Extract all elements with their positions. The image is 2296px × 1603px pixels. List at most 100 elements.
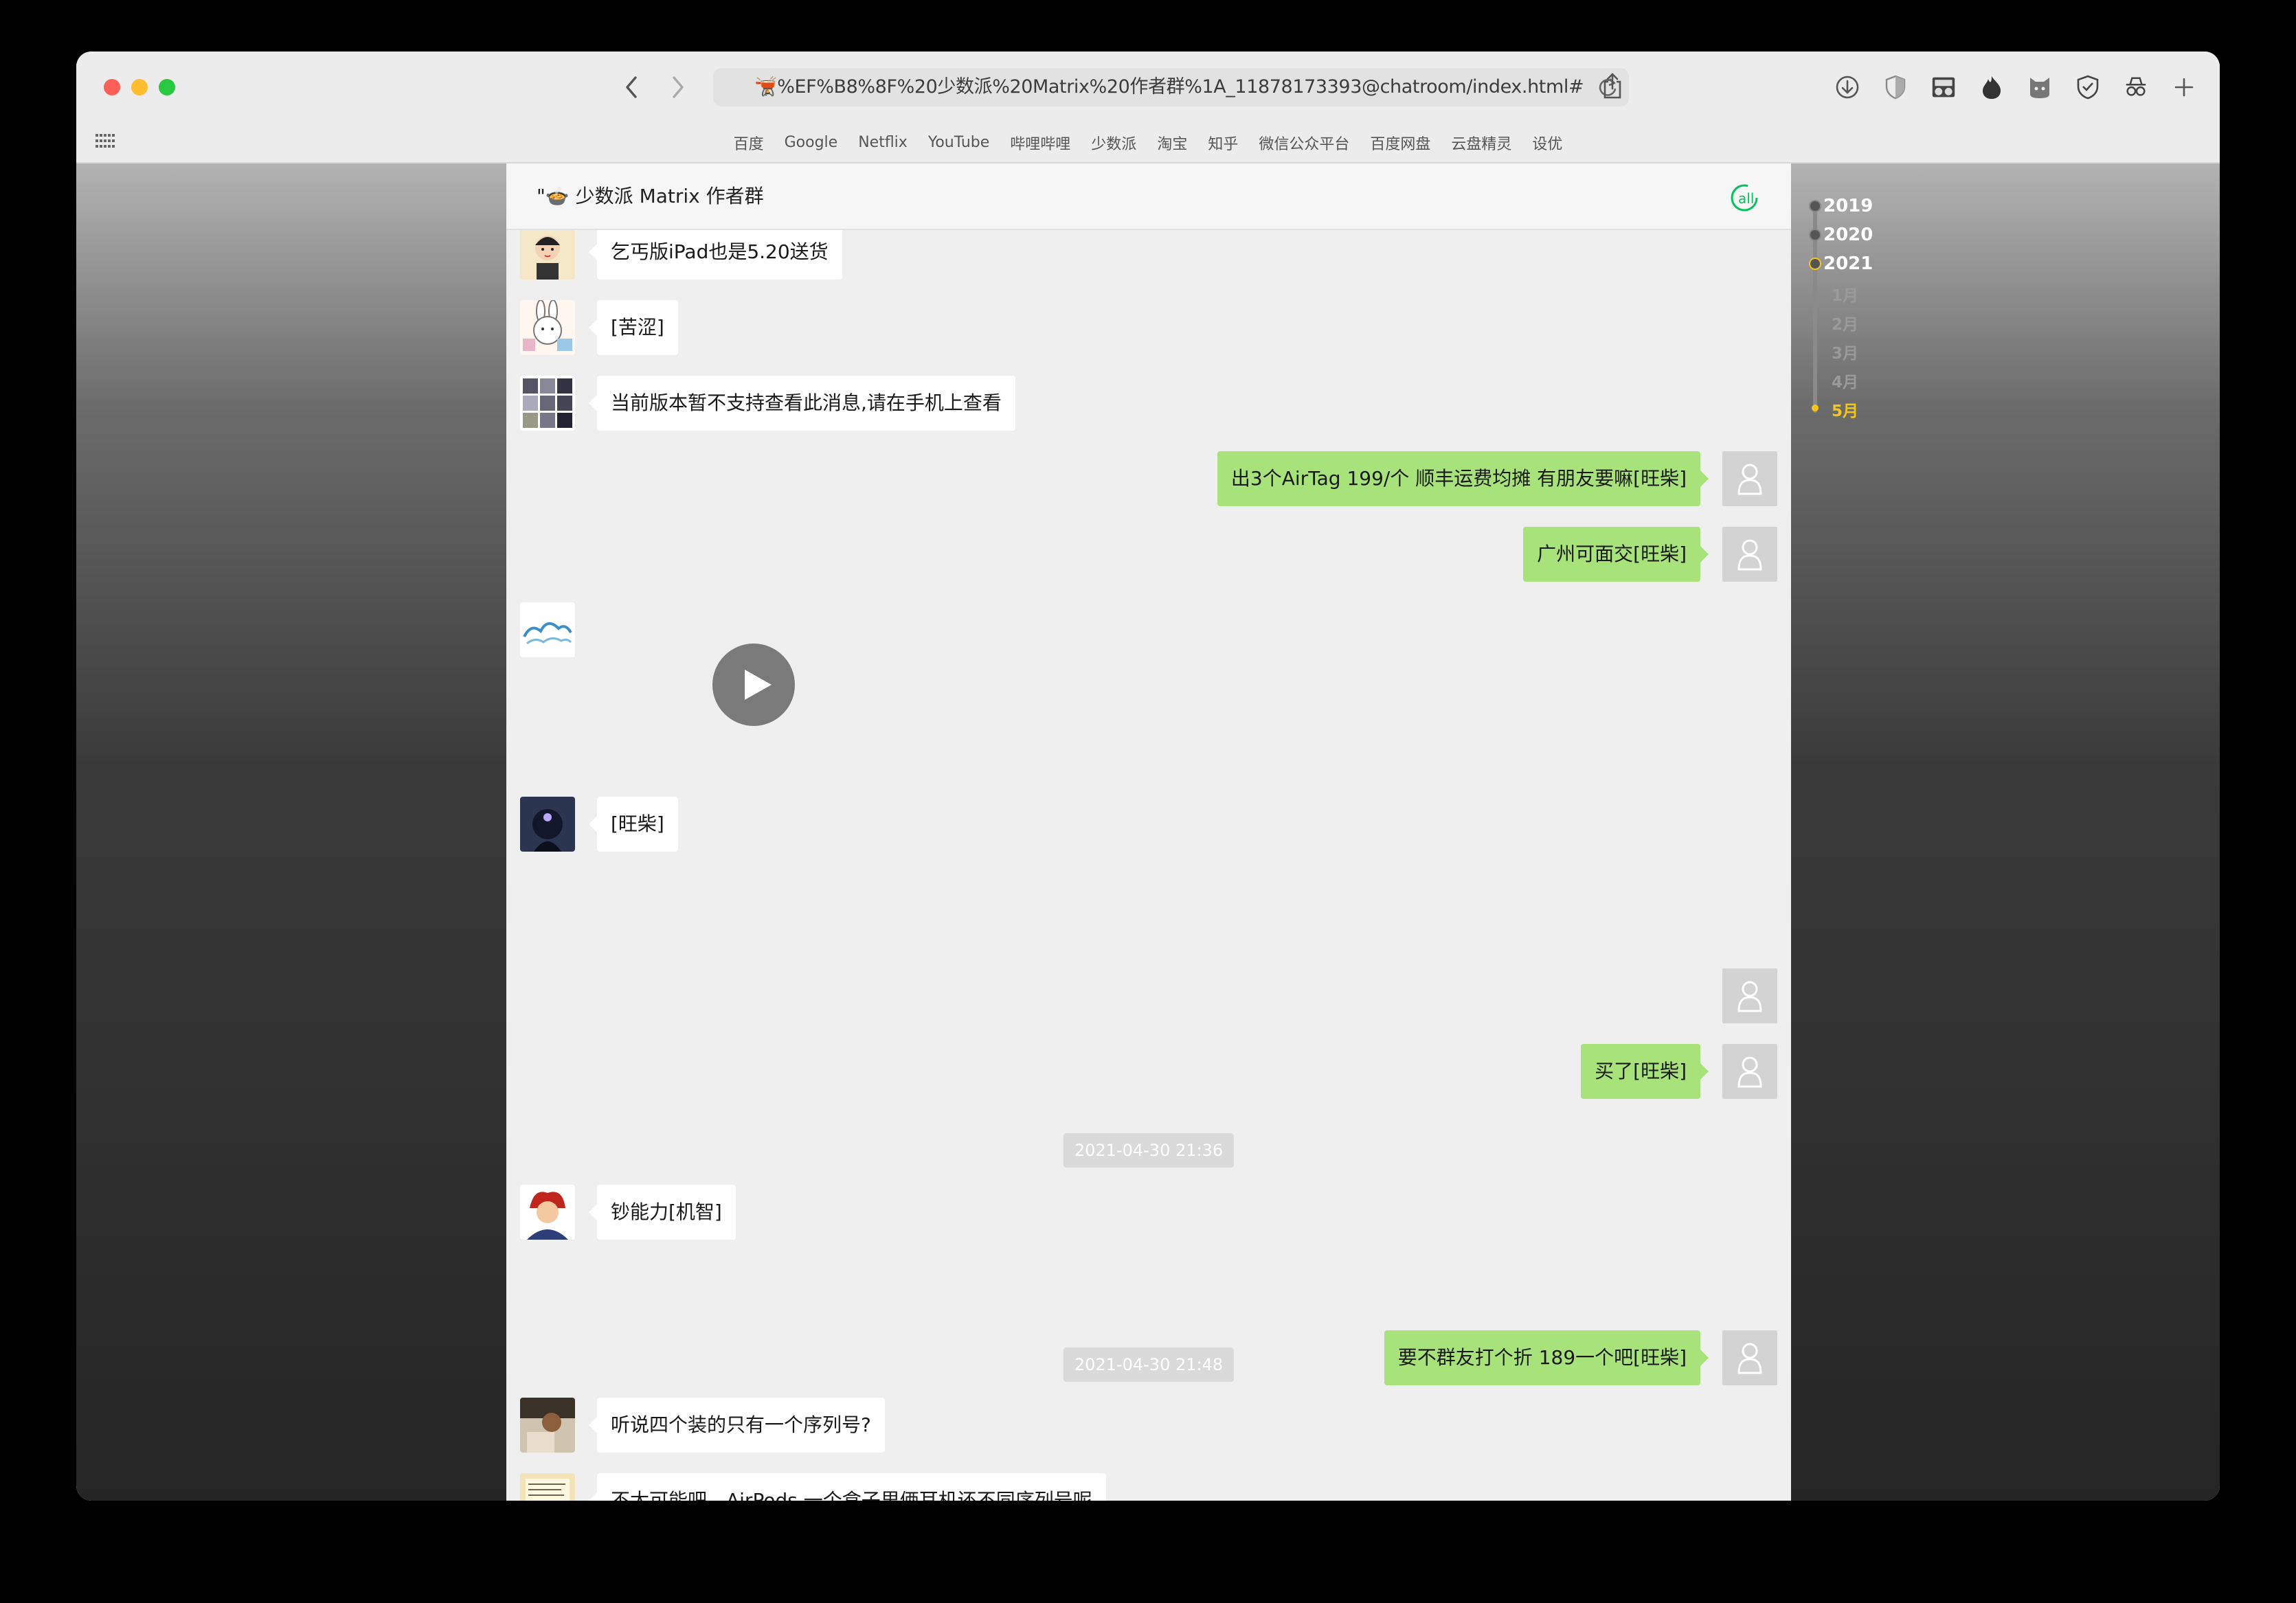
forward-button[interactable] [666,75,690,100]
message-row [506,968,1791,1023]
bookmark-item[interactable]: 哔哩哔哩 [1010,132,1070,154]
avatar[interactable] [1722,451,1777,506]
extension-flame-button[interactable] [1979,75,2004,100]
bookmark-item[interactable]: 微信公众平台 [1259,132,1349,154]
pot-emoji-icon: 🍲 [545,185,570,207]
message-bubble[interactable]: 买了[旺柴] [1581,1044,1709,1099]
avatar[interactable] [1722,527,1777,582]
message-bubble[interactable]: 不太可能吧，AirPods 一个盒子里俩耳机还不同序列号呢 [589,1473,1106,1501]
new-tab-button[interactable] [2172,75,2196,100]
timeline-year[interactable]: 2021 [1823,253,1873,274]
plus-icon [2174,78,2194,97]
avatar-cartoon-person[interactable] [520,230,575,280]
close-window-button[interactable] [104,79,120,95]
address-bar[interactable]: 🫕%EF%B8%8F%20少数派%20Matrix%20作者群%1A_11878… [713,68,1629,106]
message-row: 不太可能吧，AirPods 一个盒子里俩耳机还不同序列号呢 [506,1473,1791,1501]
extension-checkshield-button[interactable] [2075,75,2100,100]
chat-title-text: 少数派 Matrix 作者群 [575,185,764,207]
share-button[interactable] [1600,73,1625,99]
flame-icon [1983,76,2001,99]
share-icon [1603,73,1621,99]
timeline-dot [1809,258,1821,270]
message-row: 听说四个装的只有一个序列号? [506,1398,1791,1453]
chat-title: "🍲 少数派 Matrix 作者群 [537,181,764,209]
bookmark-item[interactable]: Google [785,134,838,151]
timestamp-divider: 2021-04-30 21:36 [1063,1133,1235,1168]
minimize-window-button[interactable] [131,79,148,95]
extension-cat-button[interactable] [2027,75,2052,100]
timeline-year[interactable]: 2020 [1823,225,1873,245]
svg-text:all: all [1738,190,1754,207]
message-row: [旺柴] [506,797,1791,852]
person-outline-icon [1737,539,1762,571]
avatar-photo[interactable] [520,1398,575,1453]
url-text: 🫕%EF%B8%8F%20少数派%20Matrix%20作者群%1A_11878… [754,76,1584,98]
browser-toolbar: 🫕%EF%B8%8F%20少数派%20Matrix%20作者群%1A_11878… [76,52,2220,123]
privacy-report-button[interactable] [1883,75,1908,100]
message-bubble[interactable]: 乞丐版iPad也是5.20送货 [589,230,842,280]
avatar-red-hair[interactable] [520,1185,575,1240]
chevron-left-icon [626,76,637,98]
cat-icon [2030,78,2049,98]
chat-title-prefix: " [537,185,545,207]
person-outline-icon [1737,1343,1762,1374]
chat-panel: "🍲 少数派 Matrix 作者群 all 乞丐版iPad也是5.20送货 [苦涩… [506,163,1791,1501]
extension-reader-button[interactable] [1931,75,1956,100]
bookmark-item[interactable]: 百度 [734,132,764,154]
person-outline-icon [1737,464,1762,495]
timeline-month[interactable]: 3月 [1832,340,1858,363]
bookmark-item[interactable]: 知乎 [1208,132,1238,154]
bookmark-item[interactable]: 云盘精灵 [1451,132,1511,154]
avatar-night[interactable] [520,797,575,852]
person-outline-icon [1737,981,1762,1012]
timeline-month[interactable]: 4月 [1832,369,1858,392]
bookmarks-list: 百度 Google Netflix YouTube 哔哩哔哩 少数派 淘宝 知乎 微信公众平台百… [76,123,2220,162]
timeline-year[interactable]: 2019 [1823,196,1873,216]
extension-spy-button[interactable] [2124,75,2148,100]
bookmark-item[interactable]: 少数派 [1091,132,1136,154]
message-row: 当前版本暂不支持查看此消息,请在手机上查看 [506,376,1791,431]
shield-icon [1885,75,1906,100]
mention-all-button[interactable]: all [1729,183,1759,216]
chat-header: "🍲 少数派 Matrix 作者群 all [506,163,1791,230]
bookmark-item[interactable]: 设优 [1532,132,1562,154]
bookmark-item[interactable]: YouTube [928,134,989,151]
timeline-month[interactable]: 2月 [1832,311,1858,334]
person-outline-icon [1737,1056,1762,1088]
bookmark-item[interactable]: 百度网盘 [1370,132,1430,154]
message-list: 乞丐版iPad也是5.20送货 [苦涩] 当前版本暂不支持查看此消息,请在手机上查看… [506,230,1791,1501]
message-row: 买了[旺柴] [506,1044,1791,1099]
message-bubble[interactable]: 钞能力[机智] [589,1185,736,1240]
message-bubble[interactable]: 当前版本暂不支持查看此消息,请在手机上查看 [589,376,1015,431]
message-bubble[interactable]: 要不群友打个折 189一个吧[旺柴] [1384,1330,1709,1385]
avatar-rabbit[interactable] [520,300,575,355]
message-bubble[interactable]: [苦涩] [589,300,678,355]
message-bubble[interactable]: 广州可面交[旺柴] [1523,527,1709,582]
timeline-month-active[interactable]: 5月 [1832,398,1858,421]
check-shield-icon [2077,75,2099,100]
avatar-group-grid[interactable] [520,376,575,431]
avatar[interactable] [1722,1330,1777,1385]
avatar[interactable] [1722,968,1777,1023]
message-row: [苦涩] [506,300,1791,355]
message-row [506,602,1791,767]
chevron-right-icon [673,76,684,98]
reader-icon [1932,77,1955,98]
back-button[interactable] [619,75,644,100]
message-bubble[interactable]: 出3个AirTag 199/个 顺丰运费均摊 有朋友要嘛[旺柴] [1217,451,1709,506]
bookmark-item[interactable]: Netflix [858,134,908,151]
browser-window: 🫕%EF%B8%8F%20少数派%20Matrix%20作者群%1A_11878… [76,52,2220,1501]
zoom-window-button[interactable] [159,79,175,95]
bookmark-item[interactable]: 淘宝 [1157,132,1187,154]
timeline-month[interactable]: 1月 [1832,282,1858,306]
avatar-waves[interactable] [520,602,575,657]
at-all-icon: all [1731,184,1758,212]
spy-icon [2126,77,2146,96]
downloads-button[interactable] [1835,75,1860,100]
message-bubble[interactable]: 听说四个装的只有一个序列号? [589,1398,885,1453]
avatar-note[interactable] [520,1473,575,1501]
message-bubble[interactable]: [旺柴] [589,797,678,852]
date-timeline: 2019 2020 2021 1月 2月 3月 4月 5月 [1805,196,1915,443]
avatar[interactable] [1722,1044,1777,1099]
video-play-button[interactable] [712,644,795,726]
